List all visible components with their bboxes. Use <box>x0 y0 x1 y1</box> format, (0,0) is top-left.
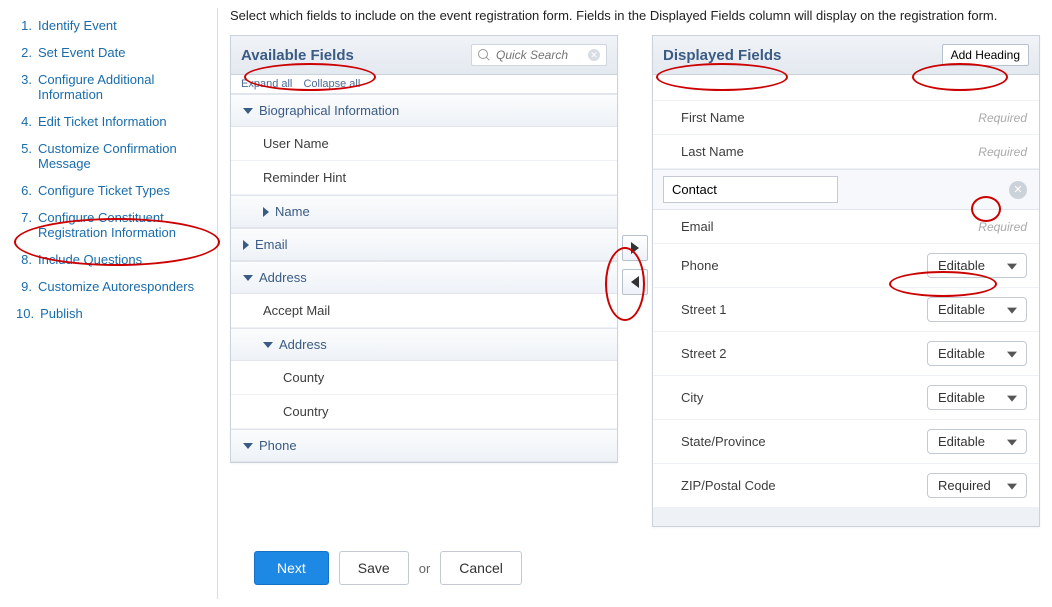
disp-state[interactable]: State/Province Editable <box>653 420 1039 464</box>
clear-search-icon[interactable]: ✕ <box>588 49 600 61</box>
displayed-fields-title: Displayed Fields <box>663 47 781 64</box>
step-label: Configure Additional Information <box>38 72 209 102</box>
step-label: Configure Constituent Registration Infor… <box>38 210 209 240</box>
step-number: 10. <box>16 306 34 321</box>
step-number: 8. <box>16 252 32 267</box>
wizard-step[interactable]: 1. Identify Event <box>12 12 213 39</box>
wizard-step[interactable]: 4. Edit Ticket Information <box>12 108 213 135</box>
disp-phone[interactable]: Phone Editable <box>653 244 1039 288</box>
street1-requirement-select[interactable]: Editable <box>927 297 1027 322</box>
field-country[interactable]: Country <box>231 395 617 429</box>
wizard-step[interactable]: 9. Customize Autoresponders <box>12 273 213 300</box>
quick-search-input[interactable] <box>494 47 584 63</box>
disp-city[interactable]: City Editable <box>653 376 1039 420</box>
step-label: Identify Event <box>38 18 117 33</box>
phone-requirement-select[interactable]: Editable <box>927 253 1027 278</box>
wizard-step[interactable]: 3.Configure Additional Information <box>12 66 213 108</box>
field-user-name[interactable]: User Name <box>231 127 617 161</box>
chevron-down-icon <box>243 443 253 449</box>
state-requirement-select[interactable]: Editable <box>927 429 1027 454</box>
subgroup-name[interactable]: Name <box>231 195 617 228</box>
wizard-step[interactable]: 5.Customize Confirmation Message <box>12 135 213 177</box>
step-label: Set Event Date <box>38 45 125 60</box>
collapse-all-link[interactable]: Collapse all <box>303 78 360 90</box>
remove-heading-icon[interactable]: ✕ <box>1009 181 1027 199</box>
chevron-down-icon <box>243 275 253 281</box>
step-number: 9. <box>16 279 32 294</box>
wizard-step[interactable]: 10. Publish <box>12 300 213 327</box>
zip-requirement-select[interactable]: Required <box>927 473 1027 498</box>
field-accept-mail[interactable]: Accept Mail <box>231 294 617 328</box>
or-text: or <box>419 561 431 576</box>
step-number: 3. <box>16 72 32 102</box>
step-label: Publish <box>40 306 83 321</box>
step-label: Edit Ticket Information <box>38 114 167 129</box>
available-fields-title: Available Fields <box>241 47 354 64</box>
step-number: 7. <box>16 210 32 240</box>
displayed-fields-panel: Displayed Fields Add Heading First Name … <box>652 35 1040 527</box>
save-button[interactable]: Save <box>339 551 409 585</box>
wizard-step[interactable]: 7.Configure Constituent Registration Inf… <box>12 204 213 246</box>
chevron-left-icon <box>631 276 639 288</box>
chevron-right-icon <box>263 207 269 217</box>
wizard-step[interactable]: 2. Set Event Date <box>12 39 213 66</box>
chevron-right-icon <box>243 240 249 250</box>
step-label: Include Questions <box>38 252 142 267</box>
step-number: 5. <box>16 141 32 171</box>
disp-zip[interactable]: ZIP/Postal Code Required <box>653 464 1039 508</box>
disp-last-name[interactable]: Last Name Required <box>653 135 1039 169</box>
chevron-down-icon <box>263 342 273 348</box>
available-fields-panel: Available Fields ✕ Expand all Collapse a… <box>230 35 618 463</box>
wizard-steps-sidebar: 1.Identify Event2.Set Event Date3.Config… <box>12 8 218 599</box>
group-phone[interactable]: Phone <box>231 429 617 462</box>
disp-first-name[interactable]: First Name Required <box>653 101 1039 135</box>
heading-input[interactable] <box>663 176 838 203</box>
move-left-button[interactable] <box>622 269 648 295</box>
step-number: 6. <box>16 183 32 198</box>
transfer-arrows <box>622 35 648 295</box>
field-reminder-hint[interactable]: Reminder Hint <box>231 161 617 195</box>
cancel-button[interactable]: Cancel <box>440 551 522 585</box>
group-email[interactable]: Email <box>231 228 617 261</box>
chevron-right-icon <box>631 242 639 254</box>
move-right-button[interactable] <box>622 235 648 261</box>
step-number: 2. <box>16 45 32 60</box>
chevron-down-icon <box>243 108 253 114</box>
disp-street2[interactable]: Street 2 Editable <box>653 332 1039 376</box>
disp-heading-contact[interactable]: ✕ <box>653 169 1039 210</box>
add-heading-button[interactable]: Add Heading <box>942 44 1029 66</box>
group-address[interactable]: Address <box>231 261 617 294</box>
main-panel: Select which fields to include on the ev… <box>230 8 1040 599</box>
quick-search-box[interactable]: ✕ <box>471 44 607 66</box>
instructions-text: Select which fields to include on the ev… <box>230 8 1040 35</box>
step-number: 4. <box>16 114 32 129</box>
expand-all-link[interactable]: Expand all <box>241 78 292 90</box>
group-biographical[interactable]: Biographical Information <box>231 94 617 127</box>
wizard-step[interactable]: 8. Include Questions <box>12 246 213 273</box>
field-county[interactable]: County <box>231 361 617 395</box>
step-label: Configure Ticket Types <box>38 183 170 198</box>
next-button[interactable]: Next <box>254 551 329 585</box>
search-icon <box>478 49 490 61</box>
step-label: Customize Autoresponders <box>38 279 194 294</box>
wizard-step[interactable]: 6. Configure Ticket Types <box>12 177 213 204</box>
disp-street1[interactable]: Street 1 Editable <box>653 288 1039 332</box>
street2-requirement-select[interactable]: Editable <box>927 341 1027 366</box>
step-label: Customize Confirmation Message <box>38 141 209 171</box>
city-requirement-select[interactable]: Editable <box>927 385 1027 410</box>
disp-email[interactable]: Email Required <box>653 210 1039 244</box>
subgroup-address[interactable]: Address <box>231 328 617 361</box>
step-number: 1. <box>16 18 32 33</box>
